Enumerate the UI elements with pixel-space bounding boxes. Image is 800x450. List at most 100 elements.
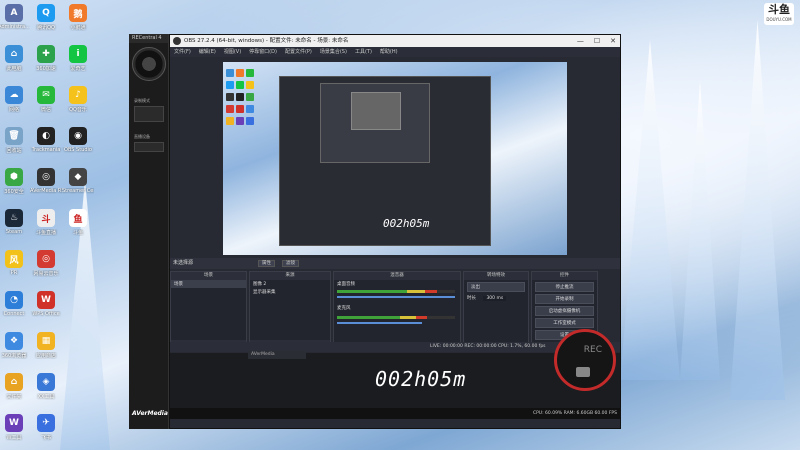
desktop-icon[interactable]: ◈ XX工具 bbox=[30, 373, 62, 400]
studio-mode-button[interactable]: 工作室模式 bbox=[535, 318, 594, 328]
desktop-icon[interactable]: 鱼斗鱼 bbox=[62, 209, 94, 236]
duration-input[interactable]: 300 ms bbox=[483, 296, 507, 301]
desktop-icon-label: Administra... bbox=[0, 24, 30, 30]
source-toolbar: 未选择源 属性 滤镜 bbox=[170, 258, 620, 269]
camera-icon[interactable] bbox=[576, 367, 590, 377]
mixer-channel-mic: 麦克风 bbox=[337, 306, 351, 311]
desktop-icon[interactable]: 鹅小鹅通 bbox=[62, 4, 94, 31]
obs-menubar: 文件(F) 编辑(E) 视图(V) 停靠窗口(D) 配置文件(P) 场景集合(S… bbox=[170, 47, 620, 57]
desktop-icon[interactable]: A Administra... bbox=[0, 4, 30, 30]
app-icon: ⌂ bbox=[5, 45, 23, 63]
menu-file[interactable]: 文件(F) bbox=[174, 47, 191, 57]
app-icon: 鱼 bbox=[69, 209, 87, 227]
close-button[interactable]: ✕ bbox=[610, 35, 616, 47]
maximize-button[interactable]: ☐ bbox=[594, 35, 600, 47]
recentral-device-box[interactable] bbox=[134, 142, 164, 152]
obs-preview[interactable]: 002h05m bbox=[223, 62, 567, 255]
rec-label: REC bbox=[583, 345, 602, 355]
app-icon: ◎ bbox=[37, 250, 55, 268]
desktop-icon[interactable]: ◔ Connect bbox=[0, 291, 30, 317]
desktop-icon[interactable]: ⌂ 文件夹 bbox=[0, 373, 30, 400]
menu-help[interactable]: 帮助(H) bbox=[380, 47, 398, 57]
obs-window: OBS 27.2.4 (64-bit, windows) - 配置文件: 未命名… bbox=[132, 34, 621, 429]
menu-profile[interactable]: 配置文件(P) bbox=[285, 47, 312, 57]
avermedia-tab[interactable]: AVerMedia bbox=[248, 351, 306, 359]
desktop-icon[interactable]: ♨ Steam bbox=[0, 209, 30, 235]
stop-streaming-button[interactable]: 停止推流 bbox=[535, 282, 594, 292]
menu-docks[interactable]: 停靠窗口(D) bbox=[249, 47, 277, 57]
desktop-icon[interactable]: W WPS Office bbox=[30, 291, 62, 317]
desktop-volume-slider[interactable] bbox=[337, 296, 455, 298]
rec-button[interactable] bbox=[554, 329, 616, 391]
desktop-icon[interactable]: ☁ 网络 bbox=[0, 86, 30, 113]
virtual-camera-button[interactable]: 启动虚拟摄像机 bbox=[535, 306, 594, 316]
obs-app-icon bbox=[173, 37, 181, 45]
app-icon: ⬢ bbox=[5, 168, 23, 186]
desktop-icon-label: 爱奇艺 bbox=[70, 66, 86, 72]
desktop-icon-label: 360安全 bbox=[4, 189, 24, 195]
start-recording-button[interactable]: 开始录制 bbox=[535, 294, 594, 304]
source-item[interactable]: 图像 2 bbox=[250, 280, 330, 288]
desktop-icon[interactable]: ❖ 360浏览器 bbox=[0, 332, 30, 359]
app-icon: ♨ bbox=[5, 209, 23, 227]
recentral-mode-box[interactable] bbox=[134, 106, 164, 122]
desktop-icon[interactable]: ⬢ 360安全 bbox=[0, 168, 30, 195]
window-controls: — ☐ ✕ bbox=[577, 35, 616, 47]
desktop-icon[interactable]: W W工具 bbox=[0, 414, 30, 441]
app-icon bbox=[69, 291, 87, 309]
desktop-icon[interactable]: ♪ QQ音乐 bbox=[62, 86, 94, 113]
desktop-icon[interactable]: ◉ OBS Studio bbox=[62, 127, 94, 153]
menu-edit[interactable]: 编辑(E) bbox=[199, 47, 216, 57]
desktop-icon-label: 网络 bbox=[8, 107, 19, 113]
menu-tools[interactable]: 工具(T) bbox=[355, 47, 372, 57]
desktop-icon[interactable]: ⌂ 此电脑 bbox=[0, 45, 30, 72]
desktop-icon-label: 360加速 bbox=[36, 66, 56, 72]
app-icon: ☁ bbox=[5, 86, 23, 104]
properties-button[interactable]: 属性 bbox=[258, 260, 275, 267]
desktop-icon[interactable]: i 爱奇艺 bbox=[62, 45, 94, 72]
preview-nested-obs: 002h05m bbox=[279, 76, 491, 246]
app-icon: ◐ bbox=[37, 127, 55, 145]
desktop-icon[interactable]: ✉ 微信 bbox=[30, 86, 62, 113]
app-icon: W bbox=[37, 291, 55, 309]
minimize-button[interactable]: — bbox=[577, 35, 584, 47]
desktop-icon[interactable]: ◎ AVerMedia RECentral 4 bbox=[30, 168, 62, 194]
menu-view[interactable]: 视图(V) bbox=[224, 47, 241, 57]
desktop-icon[interactable]: ◆ Streamer Center bbox=[62, 168, 94, 194]
desktop-icon[interactable]: ◐ Trackmania bbox=[30, 127, 62, 153]
desktop-icon[interactable]: 🗑 回收站 bbox=[0, 127, 30, 154]
audio-mixer-dock: 混音器 桌面音频 麦克风 bbox=[333, 271, 461, 351]
desktop-icon-label: WPS Office bbox=[32, 311, 60, 317]
desktop-icon-label: Connect bbox=[3, 311, 25, 317]
desktop-icon-label: 此电脑 bbox=[6, 66, 22, 72]
desktop-icon[interactable]: ▦ 应用商店 bbox=[30, 332, 62, 359]
transition-select[interactable]: 淡出 bbox=[467, 282, 525, 292]
desktop-icon[interactable]: ✚ 360加速 bbox=[30, 45, 62, 72]
menu-scene-collection[interactable]: 场景集合(S) bbox=[320, 47, 347, 57]
recentral-title: RECentral 4 bbox=[129, 34, 168, 43]
desktop-icon[interactable]: Q 腾讯QQ bbox=[30, 4, 62, 31]
recentral-app: RECentral 4 录制模式 直播设备 bbox=[129, 34, 169, 429]
desktop-icon-label: 飞书 bbox=[40, 435, 51, 441]
obs-docks: 场景 场景 + − ∧ ∨ 来源 图像 2 显示器采集 + − ∧ ∨ 混音器 … bbox=[170, 271, 620, 352]
obs-window-title: OBS 27.2.4 (64-bit, windows) - 配置文件: 未命名… bbox=[184, 38, 349, 44]
app-icon: ❖ bbox=[5, 332, 23, 350]
app-icon: ✚ bbox=[37, 45, 55, 63]
desktop-icon[interactable]: 风 PR bbox=[0, 250, 30, 276]
source-item[interactable]: 显示器采集 bbox=[250, 288, 330, 296]
scene-item[interactable]: 场景 bbox=[171, 280, 246, 288]
desktop-icon-label: 应用商店 bbox=[35, 353, 56, 359]
desktop-icon[interactable]: ◎ 网易云音乐 bbox=[30, 250, 62, 277]
desktop-icon[interactable]: 斗斗鱼直播 bbox=[30, 209, 62, 236]
desktop-icon[interactable]: ✈ 飞书 bbox=[30, 414, 62, 441]
desktop-icon-label: 小鹅通 bbox=[70, 25, 86, 31]
filters-button[interactable]: 滤镜 bbox=[282, 260, 299, 267]
preview-nested-obs-3 bbox=[351, 92, 401, 130]
transitions-header: 转场特效 bbox=[464, 272, 528, 280]
record-dial-icon[interactable] bbox=[132, 47, 166, 81]
app-icon: ◎ bbox=[37, 168, 55, 186]
desktop-icon-grid: A Administra... Q 腾讯QQ 鹅小鹅通 ⌂ 此电脑 ✚ 360加速 i 爱奇艺 ☁ 网络… bbox=[0, 0, 110, 450]
desktop-icon-label: W工具 bbox=[6, 435, 22, 441]
recording-timer: 002h05m bbox=[375, 367, 467, 391]
mic-volume-slider[interactable] bbox=[337, 322, 422, 324]
